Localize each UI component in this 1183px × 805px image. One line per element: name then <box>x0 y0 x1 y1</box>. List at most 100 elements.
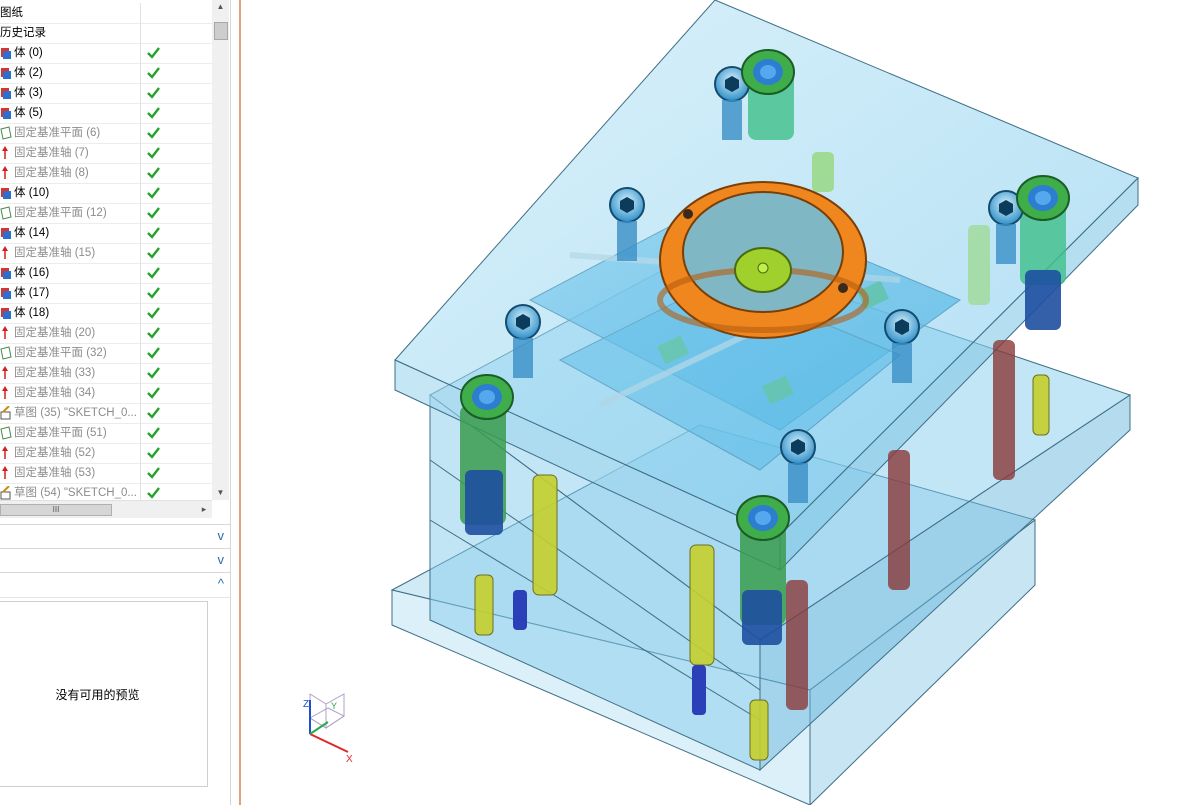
tree-row-label: 体 (17) <box>14 287 50 299</box>
tree-row[interactable]: 固定基准平面 (12) <box>0 203 212 224</box>
body-icon <box>0 286 12 300</box>
chevron-down-icon[interactable]: v <box>218 552 225 568</box>
part-navigator-panel: 图纸历史记录体 (0) 体 (2) 体 (3) 体 (5) 固定基准平面 (6) 固定基准… <box>0 0 231 805</box>
tree-row-name-cell[interactable]: 体 (3) <box>0 83 141 103</box>
tree-row[interactable]: 固定基准平面 (51) <box>0 423 212 444</box>
checkmark-icon <box>147 367 160 379</box>
tree-row[interactable]: 体 (5) <box>0 103 212 124</box>
tree-row-label: 固定基准平面 (51) <box>14 427 107 439</box>
body-icon <box>0 86 12 100</box>
tree-row[interactable]: 固定基准轴 (34) <box>0 383 212 404</box>
checkmark-icon <box>147 387 160 399</box>
tree-row[interactable]: 体 (3) <box>0 83 212 104</box>
datum-plane-icon <box>0 206 12 220</box>
tree-row-name-cell[interactable]: 固定基准轴 (33) <box>0 363 141 383</box>
triad-y-label: Y <box>331 701 337 711</box>
tree-row-label: 固定基准轴 (34) <box>14 387 96 399</box>
tree-row-label: 固定基准平面 (32) <box>14 347 107 359</box>
body-icon <box>0 226 12 240</box>
graphics-viewport[interactable]: Z Y X <box>241 0 1183 805</box>
tree-row-name-cell[interactable]: 固定基准轴 (53) <box>0 463 141 483</box>
tree-row-name-cell[interactable]: 固定基准平面 (51) <box>0 423 141 443</box>
tree-row-name-cell[interactable]: 体 (0) <box>0 43 141 63</box>
body-icon <box>0 46 12 60</box>
hscroll-thumb[interactable]: III <box>0 504 112 516</box>
tree-row[interactable]: 体 (0) <box>0 43 212 64</box>
tree-row-name-cell[interactable]: 固定基准轴 (7) <box>0 143 141 163</box>
tree-vertical-scrollbar[interactable]: ▲ ▼ <box>212 0 229 500</box>
datum-axis-icon <box>0 326 12 340</box>
preview-section-header[interactable]: ^ <box>0 572 230 598</box>
tree-row-name-cell[interactable]: 体 (18) <box>0 303 141 323</box>
tree-horizontal-scrollbar[interactable]: III ▸ <box>0 500 212 518</box>
preview-empty-message: 没有可用的预览 <box>55 688 140 702</box>
tree-row[interactable]: 固定基准平面 (32) <box>0 343 212 364</box>
tree-row-label: 体 (5) <box>14 107 43 119</box>
scroll-up-arrow-icon[interactable]: ▲ <box>212 0 229 14</box>
tree-row-name-cell[interactable]: 图纸 <box>0 3 141 23</box>
tree-row-name-cell[interactable]: 固定基准轴 (8) <box>0 163 141 183</box>
scroll-down-arrow-icon[interactable]: ▼ <box>212 486 229 500</box>
checkmark-icon <box>147 247 160 259</box>
tree-row-name-cell[interactable]: 体 (17) <box>0 283 141 303</box>
tree-row[interactable]: 图纸 <box>0 3 212 24</box>
tree-row[interactable]: 固定基准轴 (52) <box>0 443 212 464</box>
preview-pane: 没有可用的预览 <box>0 601 208 787</box>
tree-row[interactable]: 固定基准平面 (6) <box>0 123 212 144</box>
tree-row-name-cell[interactable]: 固定基准平面 (32) <box>0 343 141 363</box>
tree-row[interactable]: 体 (2) <box>0 63 212 84</box>
tree-row-label: 固定基准平面 (6) <box>14 127 101 139</box>
tree-row[interactable]: 固定基准轴 (53) <box>0 463 212 484</box>
tree-row-label: 固定基准轴 (52) <box>14 447 96 459</box>
tree-row[interactable]: 体 (10) <box>0 183 212 204</box>
tree-row[interactable]: 体 (16) <box>0 263 212 284</box>
tree-row-name-cell[interactable]: 体 (5) <box>0 103 141 123</box>
tree-row-name-cell[interactable]: 固定基准平面 (12) <box>0 203 141 223</box>
tree-row-name-cell[interactable]: 体 (10) <box>0 183 141 203</box>
body-icon <box>0 106 12 120</box>
tree-row-name-cell[interactable]: 体 (16) <box>0 263 141 283</box>
tree-row-name-cell[interactable]: 固定基准轴 (52) <box>0 443 141 463</box>
tree-row[interactable]: 固定基准轴 (33) <box>0 363 212 384</box>
tree-row-label: 体 (2) <box>14 67 43 79</box>
part-navigator-tree[interactable]: 图纸历史记录体 (0) 体 (2) 体 (3) 体 (5) 固定基准平面 (6) 固定基准… <box>0 0 213 500</box>
tree-row-label: 草图 (35) "SKETCH_0... <box>14 407 137 419</box>
tree-row[interactable]: 固定基准轴 (7) <box>0 143 212 164</box>
mold-assembly-model[interactable]: Z Y X <box>241 0 1183 805</box>
tree-row[interactable]: 体 (18) <box>0 303 212 324</box>
checkmark-icon <box>147 47 160 59</box>
chevron-down-icon[interactable]: v <box>218 528 225 544</box>
tree-row-name-cell[interactable]: 固定基准轴 (15) <box>0 243 141 263</box>
tree-row-name-cell[interactable]: 体 (2) <box>0 63 141 83</box>
tree-row[interactable]: 体 (17) <box>0 283 212 304</box>
tree-row-name-cell[interactable]: 固定基准平面 (6) <box>0 123 141 143</box>
dependencies-section-header[interactable]: v <box>0 524 230 550</box>
tree-row-name-cell[interactable]: 体 (14) <box>0 223 141 243</box>
tree-row-label: 体 (10) <box>14 187 50 199</box>
tree-row[interactable]: 固定基准轴 (20) <box>0 323 212 344</box>
checkmark-icon <box>147 167 160 179</box>
tree-row-name-cell[interactable]: 草图 (35) "SKETCH_0... <box>0 403 141 423</box>
tree-row-label: 图纸 <box>0 7 23 19</box>
tree-row-name-cell[interactable]: 草图 (54) "SKETCH_0... <box>0 483 141 500</box>
checkmark-icon <box>147 447 160 459</box>
tree-row-name-cell[interactable]: 历史记录 <box>0 23 141 43</box>
checkmark-icon <box>147 187 160 199</box>
locating-ring <box>657 181 869 339</box>
datum-axis-icon <box>0 386 12 400</box>
chevron-up-icon[interactable]: ^ <box>218 576 224 592</box>
scroll-thumb[interactable] <box>214 22 228 40</box>
tree-row-name-cell[interactable]: 固定基准轴 (20) <box>0 323 141 343</box>
datum-axis-icon <box>0 246 12 260</box>
tree-row[interactable]: 草图 (35) "SKETCH_0... <box>0 403 212 424</box>
tree-row[interactable]: 固定基准轴 (15) <box>0 243 212 264</box>
tree-row-label: 体 (16) <box>14 267 50 279</box>
tree-row[interactable]: 草图 (54) "SKETCH_0... <box>0 483 212 500</box>
tree-row-name-cell[interactable]: 固定基准轴 (34) <box>0 383 141 403</box>
details-section-header[interactable]: v <box>0 548 230 574</box>
tree-row[interactable]: 体 (14) <box>0 223 212 244</box>
scroll-right-arrow-icon[interactable]: ▸ <box>196 501 212 518</box>
tree-row[interactable]: 固定基准轴 (8) <box>0 163 212 184</box>
tree-row[interactable]: 历史记录 <box>0 23 212 44</box>
tree-row-label: 固定基准轴 (20) <box>14 327 96 339</box>
